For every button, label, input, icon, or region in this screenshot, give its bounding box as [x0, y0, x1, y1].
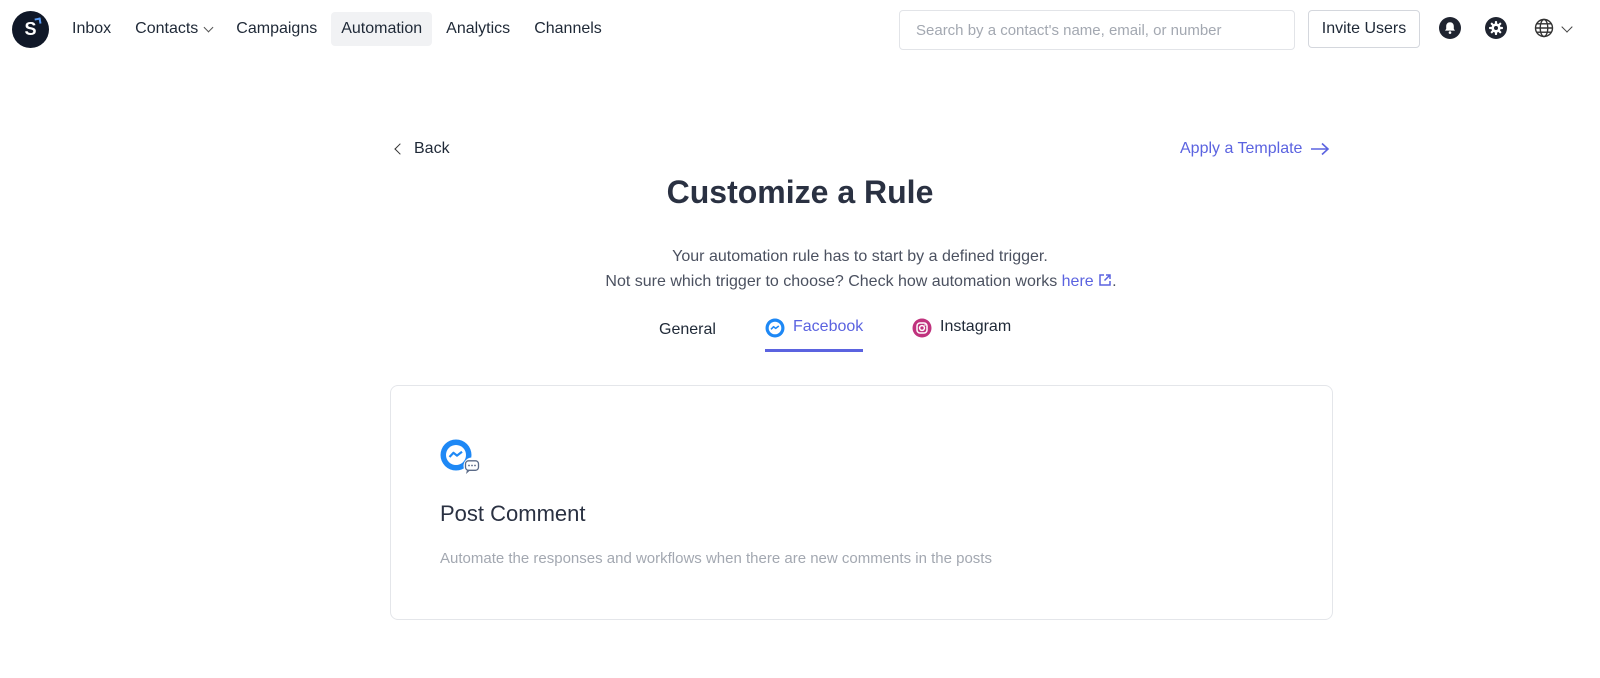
- nav-item-analytics[interactable]: Analytics: [436, 12, 520, 46]
- page-help-text: Not sure which trigger to choose? Check …: [0, 273, 1600, 291]
- app-logo[interactable]: S: [12, 11, 49, 48]
- messenger-icon: [765, 318, 785, 338]
- logo-accent-icon: [34, 17, 42, 25]
- trigger-title: Post Comment: [440, 501, 586, 526]
- nav-item-inbox[interactable]: Inbox: [62, 12, 121, 46]
- help-text-suffix: .: [1112, 273, 1117, 290]
- nav-item-channels[interactable]: Channels: [524, 12, 612, 46]
- tab-facebook[interactable]: Facebook: [765, 312, 863, 352]
- invite-users-button[interactable]: Invite Users: [1308, 10, 1420, 48]
- chevron-down-icon: [203, 22, 214, 32]
- bell-icon[interactable]: [1438, 16, 1462, 40]
- globe-icon[interactable]: [1532, 16, 1556, 40]
- back-label: Back: [414, 140, 450, 157]
- nav-item-contacts[interactable]: Contacts: [125, 12, 222, 46]
- tab-label: Instagram: [940, 318, 1012, 335]
- help-text-prefix: Not sure which trigger to choose? Check …: [605, 273, 1062, 290]
- language-chevron-down-icon[interactable]: [1561, 21, 1573, 33]
- channel-tabs: General Facebook Instagram: [0, 312, 1600, 352]
- nav-item-label: Inbox: [72, 20, 112, 37]
- page-title: Customize a Rule: [666, 174, 934, 210]
- nav-item-label: Channels: [534, 20, 602, 37]
- apply-template-label: Apply a Template: [1180, 140, 1303, 157]
- gear-icon[interactable]: [1484, 16, 1508, 40]
- tab-instagram[interactable]: Instagram: [912, 312, 1011, 352]
- tab-label: Facebook: [793, 318, 864, 335]
- nav-item-label: Analytics: [446, 20, 511, 37]
- help-link-label: here: [1061, 273, 1094, 290]
- external-link-icon: [1099, 274, 1111, 286]
- instagram-icon: [912, 318, 932, 338]
- nav-item-label: Automation: [341, 20, 423, 37]
- back-button[interactable]: Back: [394, 137, 450, 161]
- nav-item-campaigns[interactable]: Campaigns: [226, 12, 327, 46]
- top-navigation-bar: S Inbox Contacts Campaigns Automation An…: [0, 0, 1600, 60]
- main-nav: Inbox Contacts Campaigns Automation Anal…: [62, 12, 616, 46]
- tab-general[interactable]: General: [659, 312, 716, 352]
- nav-item-label: Contacts: [135, 20, 199, 37]
- nav-item-automation[interactable]: Automation: [331, 12, 433, 46]
- nav-item-label: Campaigns: [236, 20, 318, 37]
- apply-template-link[interactable]: Apply a Template: [1180, 137, 1330, 161]
- contact-search-input[interactable]: [899, 10, 1295, 50]
- messenger-comment-icon: [440, 439, 484, 477]
- tab-label: General: [659, 321, 716, 338]
- chevron-left-icon: [394, 143, 406, 155]
- help-link[interactable]: here: [1062, 273, 1112, 290]
- trigger-description: Automate the responses and workflows whe…: [440, 550, 992, 567]
- arrow-right-icon: [1311, 142, 1330, 156]
- trigger-card-post-comment[interactable]: Post Comment Automate the responses and …: [390, 385, 1333, 620]
- page-subtitle: Your automation rule has to start by a d…: [672, 248, 1048, 265]
